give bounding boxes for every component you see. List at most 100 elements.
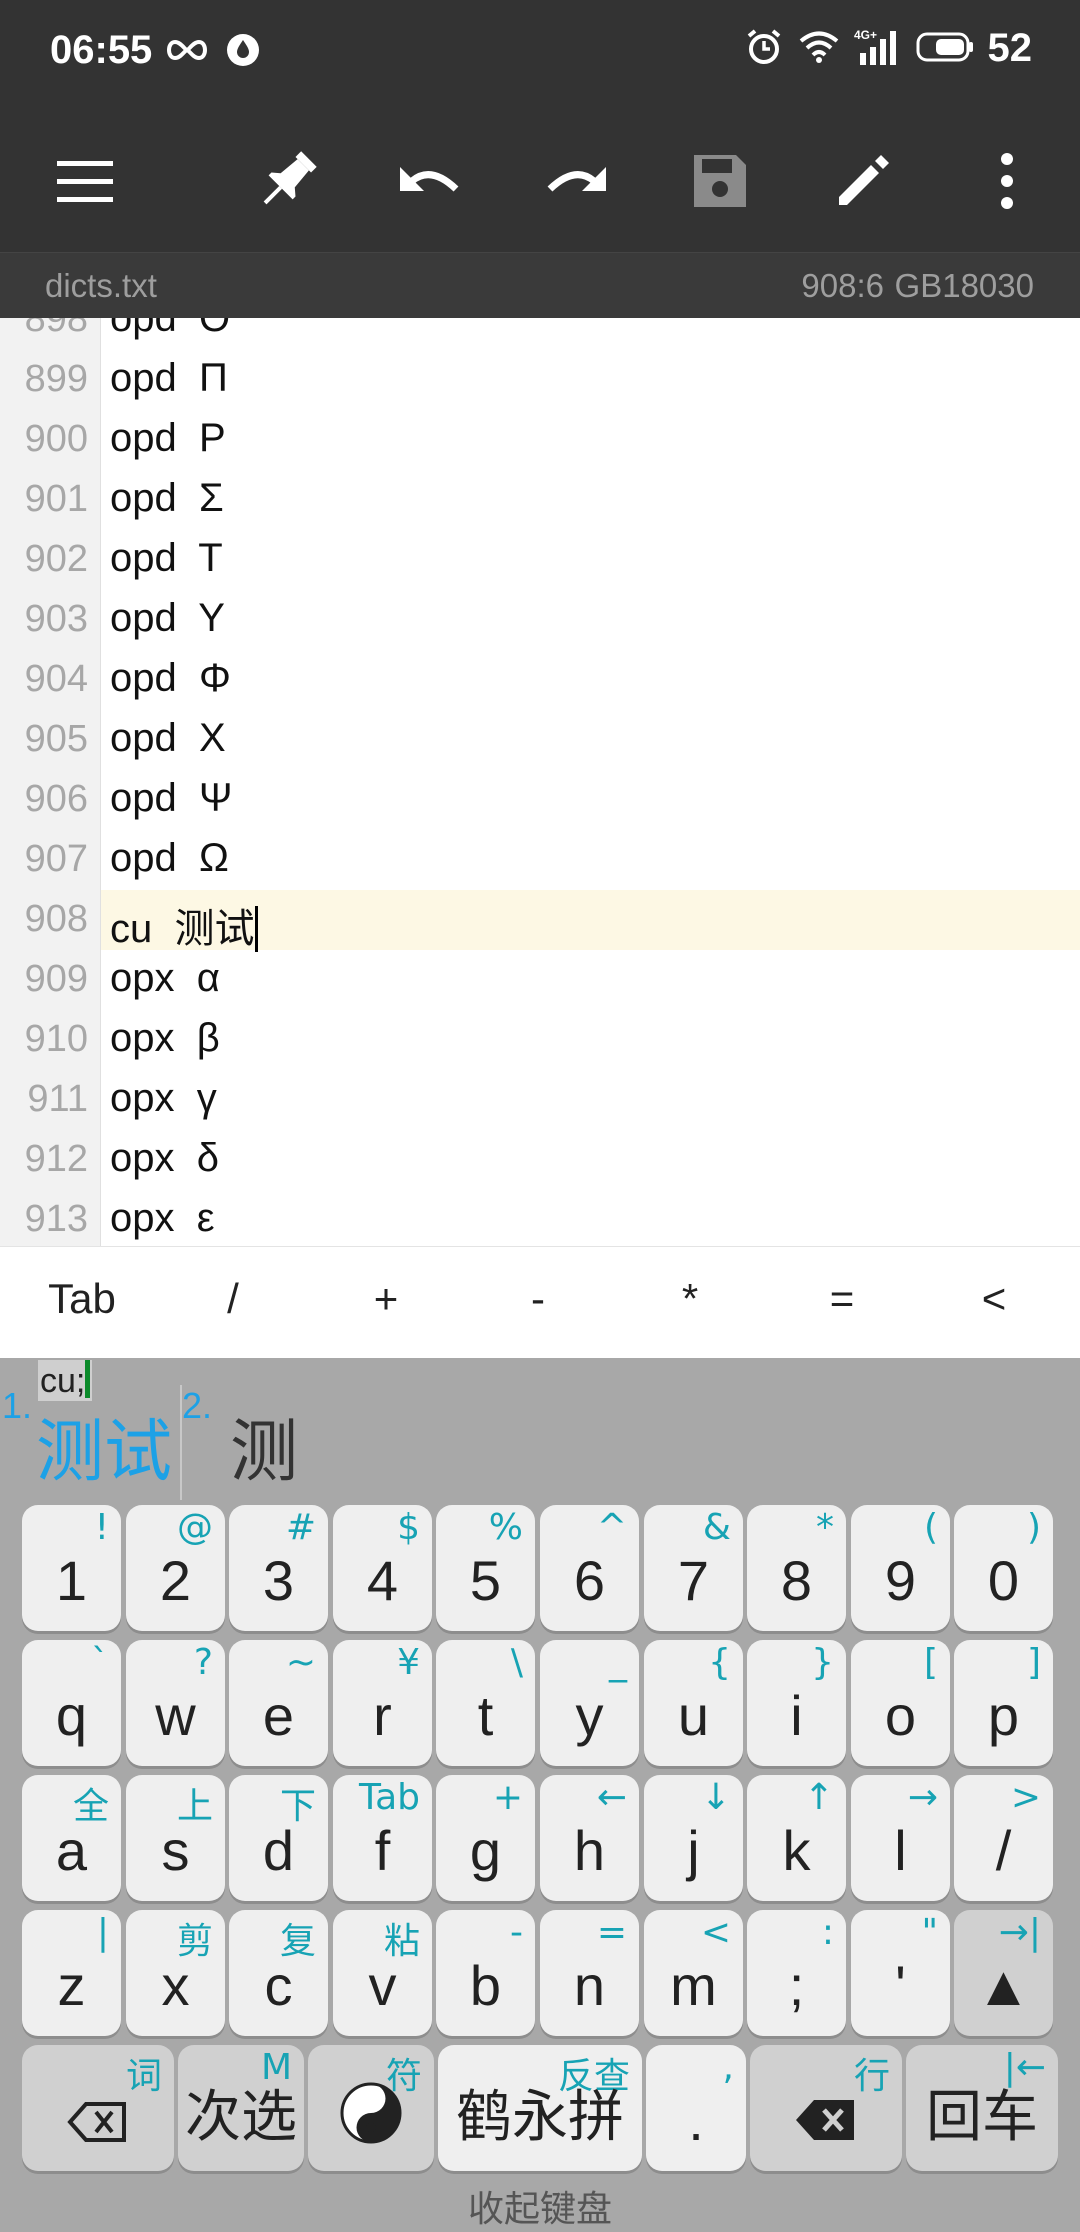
line-number: 904 <box>24 658 88 700</box>
key-row1-6[interactable]: {u <box>644 1640 743 1766</box>
key-row1-2[interactable]: ~ e <box>229 1640 328 1766</box>
key-row2-6[interactable]: ↓ j <box>644 1775 743 1901</box>
enter-key[interactable]: |← 回车 <box>906 2045 1058 2171</box>
key-row3-4[interactable]: -b <box>436 1910 535 2036</box>
key-row1-0[interactable]: ` q <box>22 1640 121 1766</box>
line-number: 905 <box>24 718 88 760</box>
editor-line[interactable]: 905 opd X <box>0 710 1080 770</box>
key-row3-5[interactable]: = n <box>540 1910 639 2036</box>
collapse-keyboard-button[interactable]: 收起键盘 <box>0 2180 1080 2232</box>
save-button[interactable] <box>675 136 765 226</box>
key-shift[interactable]: →| ▲ <box>954 1910 1053 2036</box>
key-label: y <box>575 1684 604 1747</box>
editor-line[interactable]: 907 opd Ω <box>0 830 1080 890</box>
key-row2-0[interactable]: 全a <box>22 1775 121 1901</box>
key-row1-9[interactable]: ] p <box>954 1640 1053 1766</box>
symbol-slash[interactable]: / <box>183 1275 283 1323</box>
space-key[interactable]: 反查 鹤永拼 <box>438 2045 642 2171</box>
editor-line[interactable]: 901 opd Σ <box>0 470 1080 530</box>
key-alt-label: →| <box>998 1912 1041 1953</box>
key-row2-4[interactable]: + g <box>436 1775 535 1901</box>
key-row0-6[interactable]: & 7 <box>644 1505 743 1631</box>
key-alt-label: " <box>921 1912 938 1953</box>
candidate-1[interactable]: 测试 <box>36 1396 172 1495</box>
key-row1-1[interactable]: ? w <box>126 1640 225 1766</box>
clock: 06:55 <box>50 28 153 72</box>
menu-button[interactable] <box>40 136 130 226</box>
editor-line[interactable]: 900 opd P <box>0 410 1080 470</box>
key-row2-9[interactable]: > / <box>954 1775 1053 1901</box>
key-row2-7[interactable]: ↑ k <box>747 1775 846 1901</box>
more-button[interactable] <box>962 136 1052 226</box>
text-editor[interactable]: 898 opd O 899 opd Π 900 opd P 901 opd Σ 902 o… <box>0 318 1080 1246</box>
file-encoding[interactable]: GB18030 <box>895 267 1034 305</box>
editor-line[interactable]: 903 opd Y <box>0 590 1080 650</box>
editor-line[interactable]: 910 opx β <box>0 1010 1080 1070</box>
next-select-key[interactable]: M 次选 <box>178 2045 304 2171</box>
editor-line[interactable]: 898 opd O <box>0 318 1080 350</box>
symbol-asterisk[interactable]: * <box>640 1275 740 1323</box>
key-alt-label: , <box>722 2047 734 2088</box>
editor-line[interactable]: 902 opd T <box>0 530 1080 590</box>
candidate-2[interactable]: 测 <box>230 1396 298 1495</box>
symbol-less-than[interactable]: < <box>944 1275 1044 1323</box>
symbol-plus[interactable]: + <box>336 1275 436 1323</box>
key-row3-2[interactable]: 复c <box>229 1910 328 2036</box>
key-row3-0[interactable]: | z <box>22 1910 121 2036</box>
key-label: q <box>55 1684 88 1747</box>
editor-line[interactable]: 899 opd Π <box>0 350 1080 410</box>
editor-line[interactable]: 912 opx δ <box>0 1130 1080 1190</box>
key-row1-3[interactable]: ¥ r <box>333 1640 432 1766</box>
signal-4g-icon: 4G+ <box>854 27 902 71</box>
key-row0-9[interactable]: ) 0 <box>954 1505 1053 1631</box>
key-row2-8[interactable]: → l <box>851 1775 950 1901</box>
key-alt-label: } <box>811 1642 834 1683</box>
editor-line[interactable]: 906 opd Ψ <box>0 770 1080 830</box>
yin-yang-icon <box>308 2082 434 2157</box>
editor-line[interactable]: 904 opd Φ <box>0 650 1080 710</box>
backspace-key[interactable]: 行 <box>750 2045 902 2171</box>
editor-line[interactable]: 909 opx α <box>0 950 1080 1010</box>
key-label: ' <box>895 1954 906 2017</box>
key-alt-label: ) <box>1026 1507 1041 1548</box>
key-row2-3[interactable]: Tab f <box>333 1775 432 1901</box>
key-row0-3[interactable]: $4 <box>333 1505 432 1631</box>
redo-button[interactable] <box>530 136 620 226</box>
editor-line-current[interactable]: 908 cu 测试 <box>0 890 1080 952</box>
schema-switch-key[interactable]: 符 <box>308 2045 434 2171</box>
key-row0-7[interactable]: * 8 <box>747 1505 846 1631</box>
key-row1-5[interactable]: _ y <box>540 1640 639 1766</box>
pin-button[interactable] <box>242 136 332 226</box>
key-row3-1[interactable]: 剪x <box>126 1910 225 2036</box>
key-row3-6[interactable]: < m <box>644 1910 743 2036</box>
key-label: 5 <box>469 1549 502 1612</box>
line-number: 901 <box>24 478 88 520</box>
key-row1-7[interactable]: } i <box>747 1640 846 1766</box>
key-row1-4[interactable]: \ t <box>436 1640 535 1766</box>
key-row0-5[interactable]: ^ 6 <box>540 1505 639 1631</box>
key-row3-8[interactable]: " ' <box>851 1910 950 2036</box>
symbol-tab[interactable]: Tab <box>32 1275 132 1323</box>
key-row0-1[interactable]: @2 <box>126 1505 225 1631</box>
key-label: b <box>469 1954 502 2017</box>
symbol-equals[interactable]: = <box>792 1275 892 1323</box>
undo-button[interactable] <box>386 136 476 226</box>
key-row1-8[interactable]: [o <box>851 1640 950 1766</box>
period-key[interactable]: , . <box>646 2045 746 2171</box>
menu-icon <box>57 161 113 202</box>
alarm-icon <box>744 27 784 71</box>
key-row0-0[interactable]: ! 1 <box>22 1505 121 1631</box>
key-row2-1[interactable]: 上s <box>126 1775 225 1901</box>
key-row2-5[interactable]: ← h <box>540 1775 639 1901</box>
key-row0-4[interactable]: % 5 <box>436 1505 535 1631</box>
key-row3-3[interactable]: 粘v <box>333 1910 432 2036</box>
editor-line[interactable]: 911 opx γ <box>0 1070 1080 1130</box>
symbol-minus[interactable]: - <box>488 1275 588 1323</box>
key-row2-2[interactable]: 下d <box>229 1775 328 1901</box>
clear-key[interactable]: 词 <box>22 2045 174 2171</box>
key-row0-2[interactable]: #3 <box>229 1505 328 1631</box>
editor-line[interactable]: 913 opx ε <box>0 1190 1080 1246</box>
key-row3-7[interactable]: :; <box>747 1910 846 2036</box>
key-row0-8[interactable]: (9 <box>851 1505 950 1631</box>
edit-button[interactable] <box>818 136 908 226</box>
